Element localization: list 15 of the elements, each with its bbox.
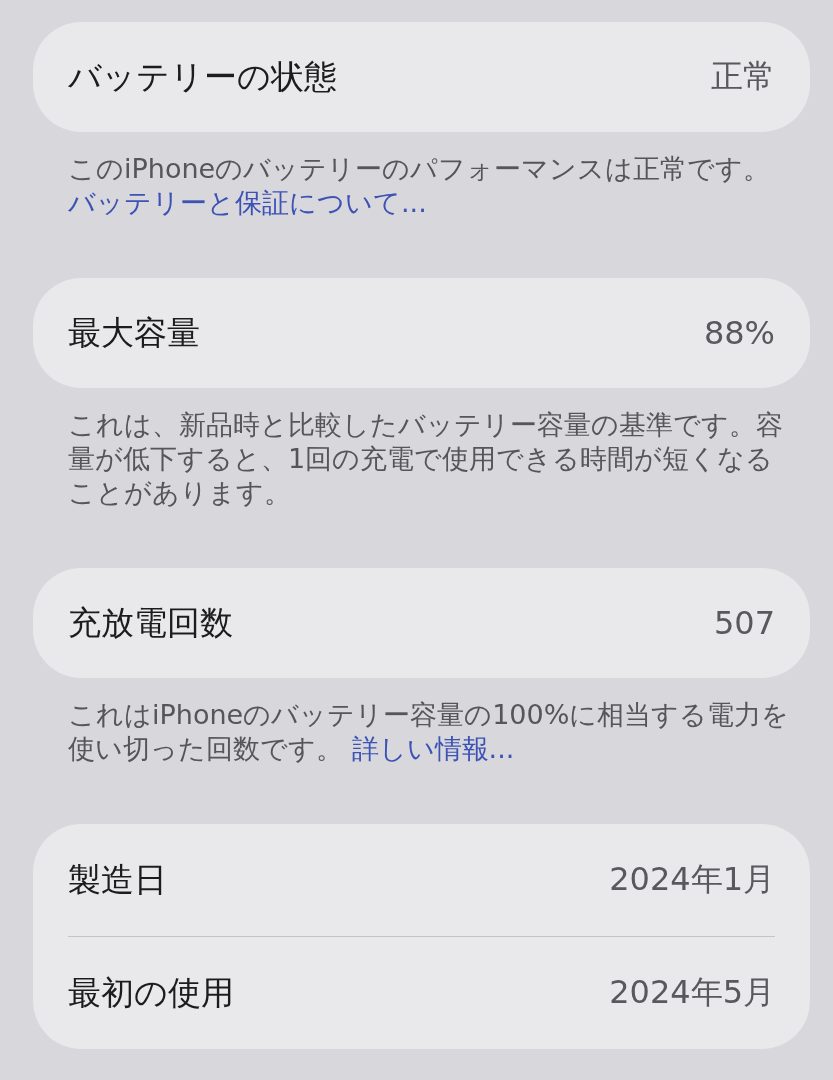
row-label: 最大容量 — [68, 311, 200, 354]
row-label: バッテリーの状態 — [68, 55, 337, 98]
row-value: 507 — [713, 604, 775, 642]
row-value: 88% — [703, 314, 775, 352]
row-label: 製造日 — [68, 858, 167, 901]
row-value: 2024年5月 — [609, 972, 775, 1013]
footnote-text: これは、新品時と比較したバッテリー容量の基準です。容量が低下すると、1回の充電で使用できる時間が短くなることがあります。 — [68, 408, 784, 510]
footnote-link[interactable]: バッテリーと保証について... — [68, 187, 427, 218]
row-value: 2024年1月 — [609, 859, 775, 900]
footnote-link[interactable]: 詳しい情報... — [351, 733, 515, 764]
footnote-text: これはiPhoneのバッテリー容量の100%に相当する電力を使い切った回数です。 詳しい情報... — [68, 698, 791, 766]
row-value: 正常 — [711, 56, 775, 97]
row-label: 充放電回数 — [68, 601, 233, 644]
row-label: 最初の使用 — [68, 971, 234, 1014]
footnote-text: このiPhoneのバッテリーのパフォーマンスは正常です。 バッテリーと保証について... — [68, 152, 772, 220]
